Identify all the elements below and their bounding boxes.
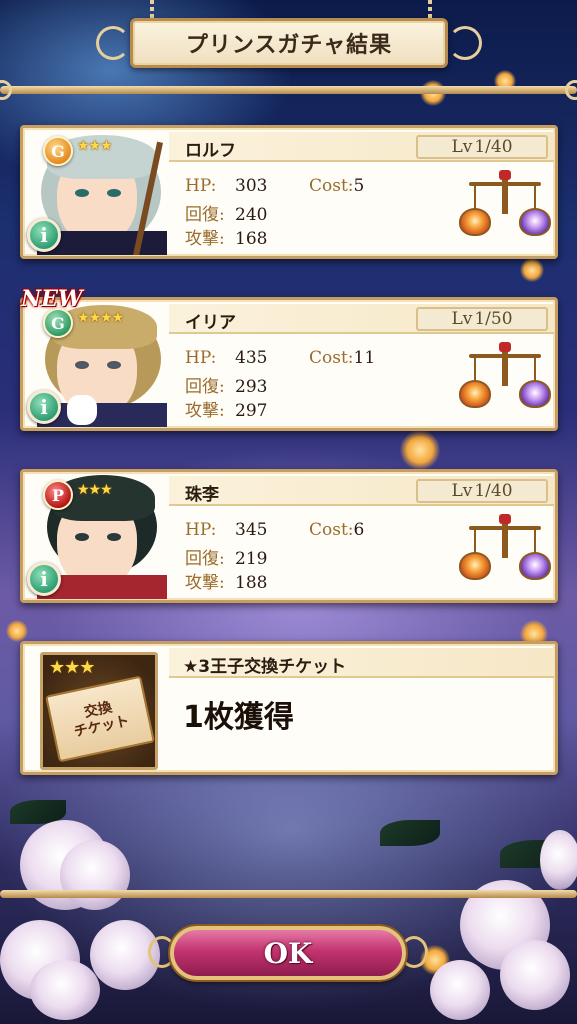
- divider-ornament: [565, 80, 577, 100]
- recover-label: 回復:: [185, 377, 225, 397]
- level-box: Lv 1/40: [416, 135, 548, 159]
- lantern-decoration: [400, 430, 440, 470]
- ticket-stars: ★★★: [49, 657, 95, 678]
- character-card[interactable]: G ★★★★ NEW i イリア Lv 1/50 HP: 435 回復: 293 攻…: [20, 286, 558, 431]
- attack-row: 攻撃: 297: [185, 396, 267, 421]
- rarity-badge-icon: G: [43, 308, 73, 338]
- flower-decoration: [500, 940, 570, 1010]
- flower-decoration: [540, 830, 577, 890]
- rarity-badge-icon: P: [43, 480, 73, 510]
- level-value: 1/40: [474, 481, 513, 501]
- level-label: Lv: [451, 481, 473, 501]
- scroll-ornament: [448, 26, 482, 60]
- level-label: Lv: [451, 137, 473, 157]
- recover-row: 回復: 293: [185, 372, 267, 397]
- character-name: 珠李: [185, 485, 219, 505]
- attack-label: 攻撃:: [185, 229, 225, 249]
- hp-row: HP: 345: [185, 520, 267, 540]
- cost-label: Cost:: [309, 348, 354, 368]
- level-value: 1/40: [474, 137, 513, 157]
- cost-value: 11: [353, 348, 376, 368]
- recover-row: 回復: 240: [185, 200, 267, 225]
- info-icon[interactable]: i: [27, 562, 61, 596]
- cost-value: 5: [353, 176, 365, 196]
- cost-label: Cost:: [309, 520, 354, 540]
- attack-value: 297: [235, 401, 268, 421]
- recover-value: 219: [235, 549, 268, 569]
- rarity-stars: ★★★: [77, 482, 113, 498]
- scroll-ornament: [96, 26, 130, 60]
- recover-value: 293: [235, 377, 268, 397]
- hp-label: HP:: [185, 348, 217, 368]
- character-card[interactable]: G ★★★ i ロルフ Lv 1/40 HP: 303 回復: 240 攻撃: 168…: [20, 125, 558, 259]
- chain-decoration: [428, 0, 432, 20]
- lantern-decoration: [6, 620, 28, 642]
- cost-value: 6: [353, 520, 365, 540]
- cost-row: Cost:5: [309, 176, 364, 196]
- name-strip: イリア Lv 1/50: [169, 304, 554, 334]
- attack-value: 188: [235, 573, 268, 593]
- hp-label: HP:: [185, 176, 217, 196]
- exchange-ticket-icon: ★★★ 交換 チケット: [40, 652, 158, 770]
- level-box: Lv 1/50: [416, 307, 548, 331]
- lantern-decoration: [520, 258, 544, 282]
- ticket-card: ★★★ 交換 チケット ★3王子交換チケット 1枚獲得: [20, 641, 558, 775]
- balance-scale-icon: [459, 342, 551, 414]
- character-name: ロルフ: [185, 141, 236, 161]
- hp-row: HP: 303: [185, 176, 267, 196]
- attack-label: 攻撃:: [185, 401, 225, 421]
- recover-label: 回復:: [185, 205, 225, 225]
- flower-decoration: [60, 840, 130, 910]
- hp-row: HP: 435: [185, 348, 267, 368]
- top-divider: [0, 86, 577, 94]
- balance-scale-icon: [459, 514, 551, 586]
- divider-ornament: [0, 80, 12, 100]
- new-badge: NEW: [21, 286, 83, 312]
- recover-label: 回復:: [185, 549, 225, 569]
- hp-value: 345: [235, 520, 268, 540]
- ticket-count: 1枚獲得: [183, 700, 294, 735]
- ticket-paper: 交換 チケット: [45, 675, 155, 763]
- chain-decoration: [150, 0, 154, 20]
- hp-value: 303: [235, 176, 268, 196]
- hp-label: HP:: [185, 520, 217, 540]
- cost-row: Cost:11: [309, 348, 375, 368]
- hp-value: 435: [235, 348, 268, 368]
- name-strip: 珠李 Lv 1/40: [169, 476, 554, 506]
- info-icon[interactable]: i: [27, 390, 61, 424]
- character-name: イリア: [185, 313, 236, 333]
- attack-label: 攻撃:: [185, 573, 225, 593]
- flower-decoration: [30, 960, 100, 1020]
- attack-row: 攻撃: 168: [185, 224, 267, 249]
- level-value: 1/50: [474, 309, 513, 329]
- ok-button[interactable]: OK: [170, 926, 406, 980]
- title-plate: プリンスガチャ結果: [130, 18, 448, 68]
- page-title: プリンスガチャ結果: [185, 33, 393, 58]
- rarity-stars: ★★★★: [77, 310, 124, 326]
- bottom-divider: [0, 890, 577, 898]
- level-label: Lv: [451, 309, 473, 329]
- rarity-stars: ★★★: [77, 138, 113, 154]
- name-strip: ロルフ Lv 1/40: [169, 132, 554, 162]
- info-icon[interactable]: i: [27, 218, 61, 252]
- recover-row: 回復: 219: [185, 544, 267, 569]
- balance-scale-icon: [459, 170, 551, 242]
- ticket-name-strip: ★3王子交換チケット: [169, 648, 554, 678]
- character-card[interactable]: P ★★★ i 珠李 Lv 1/40 HP: 345 回復: 219 攻撃: 188 …: [20, 469, 558, 603]
- attack-value: 168: [235, 229, 268, 249]
- ticket-name: ★3王子交換チケット: [183, 657, 347, 677]
- cost-row: Cost:6: [309, 520, 364, 540]
- leaf-decoration: [380, 820, 440, 846]
- rarity-badge-icon: G: [43, 136, 73, 166]
- cost-label: Cost:: [309, 176, 354, 196]
- recover-value: 240: [235, 205, 268, 225]
- attack-row: 攻撃: 188: [185, 568, 267, 593]
- level-box: Lv 1/40: [416, 479, 548, 503]
- ok-label: OK: [263, 936, 313, 970]
- flower-decoration: [430, 960, 490, 1020]
